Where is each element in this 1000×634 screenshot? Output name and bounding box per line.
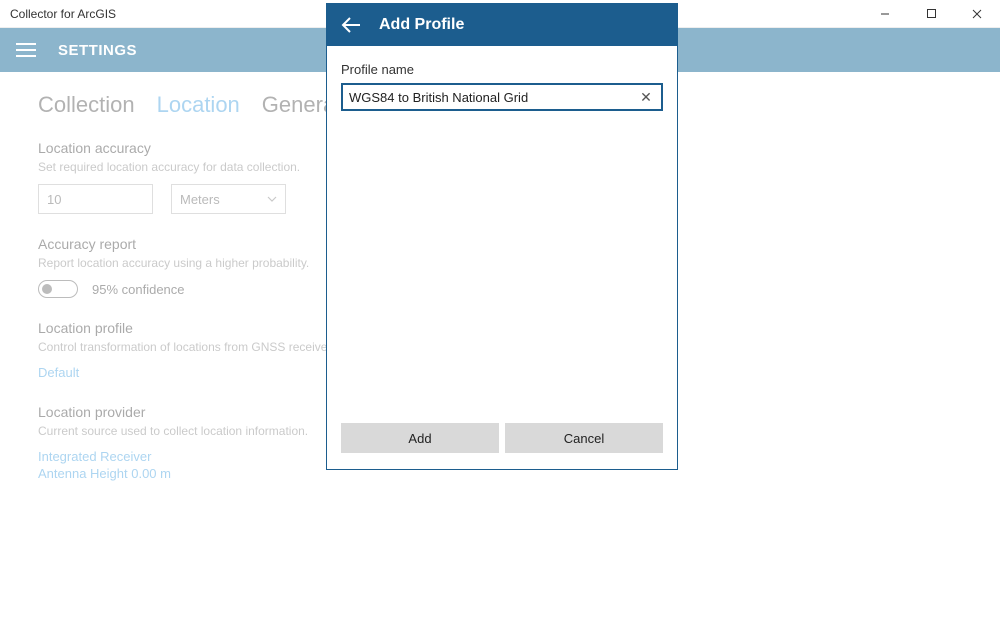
accuracy-unit-select[interactable]: Meters (171, 184, 286, 214)
add-button[interactable]: Add (341, 423, 499, 453)
window-minimize-button[interactable] (862, 0, 908, 28)
profile-name-label: Profile name (341, 62, 663, 77)
window-maximize-button[interactable] (908, 0, 954, 28)
location-profile-link[interactable]: Default (38, 365, 79, 380)
accuracy-value-input[interactable] (38, 184, 153, 214)
dialog-title: Add Profile (379, 16, 464, 34)
profile-name-field: ✕ (341, 83, 663, 111)
window-close-button[interactable] (954, 0, 1000, 28)
dialog-header: Add Profile (327, 4, 677, 46)
cancel-button[interactable]: Cancel (505, 423, 663, 453)
tab-collection[interactable]: Collection (38, 92, 135, 118)
add-profile-dialog: Add Profile Profile name ✕ Add Cancel (326, 3, 678, 470)
location-provider-link-1[interactable]: Integrated Receiver (38, 449, 151, 464)
clear-input-button[interactable]: ✕ (637, 88, 655, 106)
window-title: Collector for ArcGIS (10, 7, 116, 21)
page-title: SETTINGS (58, 42, 137, 59)
confidence-toggle-label: 95% confidence (92, 282, 185, 297)
tab-location[interactable]: Location (157, 92, 240, 118)
menu-button[interactable] (12, 36, 40, 64)
confidence-toggle[interactable] (38, 280, 78, 298)
accuracy-unit-label: Meters (180, 192, 220, 207)
close-icon: ✕ (640, 89, 652, 106)
dialog-back-button[interactable] (339, 13, 363, 37)
profile-name-input[interactable] (349, 85, 631, 109)
chevron-down-icon (267, 194, 277, 204)
